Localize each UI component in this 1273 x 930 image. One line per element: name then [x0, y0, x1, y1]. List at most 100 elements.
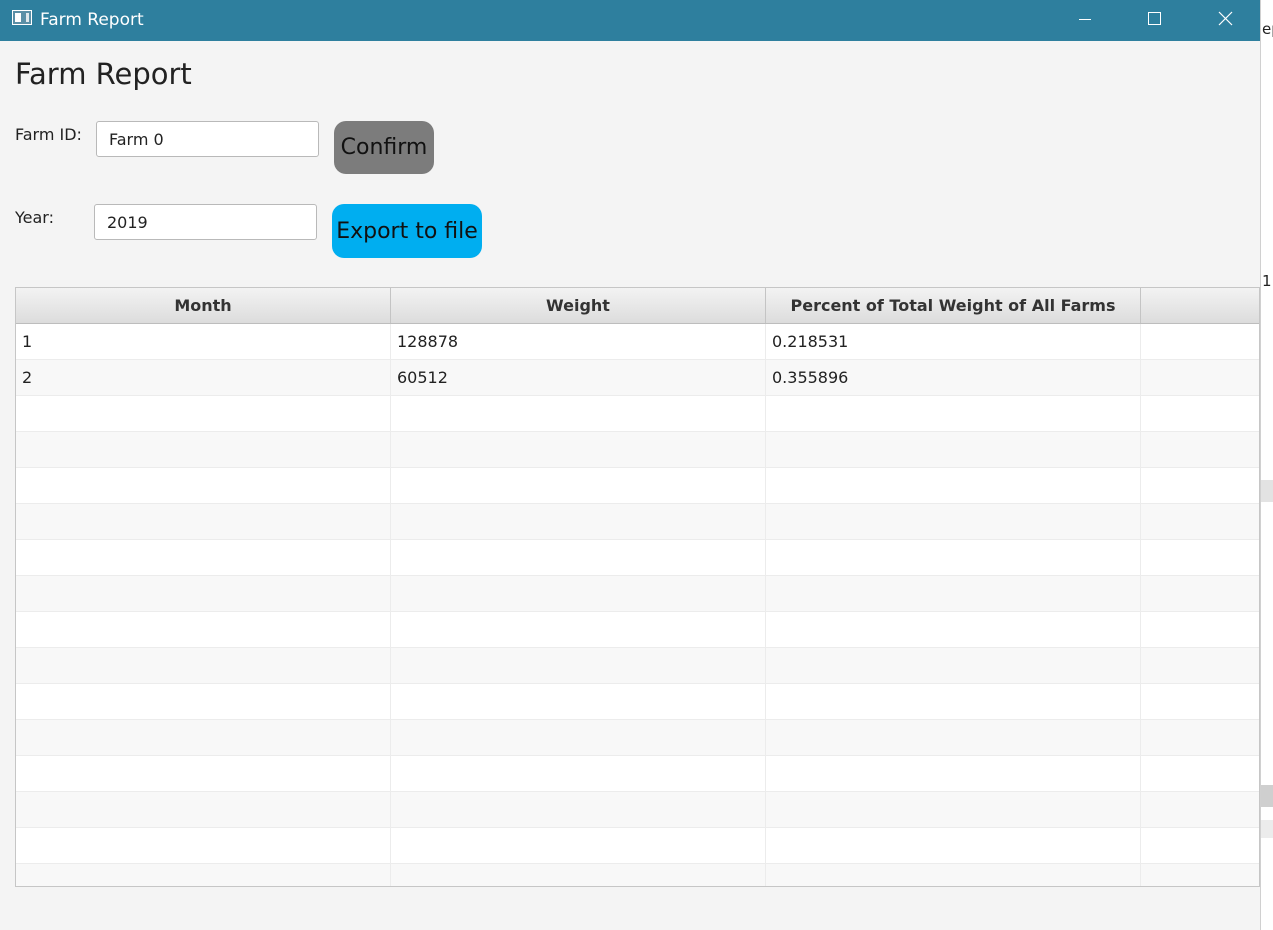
- table-header: Month Weight Percent of Total Weight of …: [16, 288, 1259, 324]
- table-row-empty[interactable]: [16, 540, 1259, 576]
- table-row-empty[interactable]: [16, 432, 1259, 468]
- empty-cell: [16, 468, 391, 503]
- cell-weight: 60512: [391, 360, 766, 395]
- empty-cell: [1141, 864, 1259, 886]
- empty-cell: [391, 792, 766, 827]
- background-block: [1261, 820, 1273, 838]
- confirm-button[interactable]: Confirm: [334, 121, 434, 174]
- empty-cell: [766, 828, 1141, 863]
- empty-cell: [1141, 468, 1259, 503]
- empty-cell: [1141, 504, 1259, 539]
- column-header-weight[interactable]: Weight: [391, 288, 766, 323]
- empty-cell: [16, 504, 391, 539]
- cell-filler: [1141, 360, 1259, 395]
- empty-cell: [1141, 540, 1259, 575]
- minimize-icon: [1079, 19, 1091, 20]
- empty-cell: [16, 648, 391, 683]
- empty-cell: [391, 576, 766, 611]
- empty-rows-container: [16, 396, 1259, 886]
- empty-cell: [16, 540, 391, 575]
- empty-cell: [1141, 432, 1259, 467]
- empty-cell: [16, 684, 391, 719]
- empty-cell: [391, 468, 766, 503]
- maximize-icon: [1148, 12, 1161, 25]
- column-header-percent[interactable]: Percent of Total Weight of All Farms: [766, 288, 1141, 323]
- empty-cell: [391, 504, 766, 539]
- empty-cell: [391, 396, 766, 431]
- empty-cell: [1141, 720, 1259, 755]
- empty-cell: [766, 540, 1141, 575]
- empty-cell: [391, 540, 766, 575]
- empty-cell: [1141, 576, 1259, 611]
- table-row-empty[interactable]: [16, 648, 1259, 684]
- table-row-empty[interactable]: [16, 720, 1259, 756]
- empty-cell: [16, 828, 391, 863]
- empty-cell: [16, 792, 391, 827]
- empty-cell: [766, 612, 1141, 647]
- empty-cell: [766, 432, 1141, 467]
- table-row[interactable]: 1 128878 0.218531: [16, 324, 1259, 360]
- empty-cell: [1141, 684, 1259, 719]
- column-header-month[interactable]: Month: [16, 288, 391, 323]
- export-to-file-button[interactable]: Export to file: [332, 204, 482, 258]
- table-row[interactable]: 2 60512 0.355896: [16, 360, 1259, 396]
- table-row-empty[interactable]: [16, 504, 1259, 540]
- title-bar[interactable]: Farm Report: [0, 0, 1260, 41]
- table-row-empty[interactable]: [16, 792, 1259, 828]
- table-row-empty[interactable]: [16, 684, 1259, 720]
- year-label: Year:: [15, 208, 54, 227]
- empty-cell: [1141, 756, 1259, 791]
- minimize-button[interactable]: [1050, 0, 1120, 41]
- empty-cell: [766, 396, 1141, 431]
- empty-cell: [766, 576, 1141, 611]
- empty-cell: [766, 504, 1141, 539]
- farm-id-label: Farm ID:: [15, 125, 82, 144]
- empty-cell: [766, 792, 1141, 827]
- close-button[interactable]: [1190, 0, 1260, 41]
- year-input[interactable]: [94, 204, 317, 240]
- column-header-filler: [1141, 288, 1259, 323]
- table-row-empty[interactable]: [16, 468, 1259, 504]
- cell-weight: 128878: [391, 324, 766, 359]
- table-row-empty[interactable]: [16, 864, 1259, 886]
- empty-cell: [16, 720, 391, 755]
- empty-cell: [1141, 396, 1259, 431]
- cell-month: 2: [16, 360, 391, 395]
- report-table[interactable]: Month Weight Percent of Total Weight of …: [15, 287, 1260, 887]
- empty-cell: [391, 432, 766, 467]
- background-block: [1261, 480, 1273, 502]
- table-row-empty[interactable]: [16, 396, 1259, 432]
- empty-cell: [16, 396, 391, 431]
- app-window-icon: [12, 10, 32, 25]
- background-text: 1: [1262, 272, 1272, 290]
- cell-percent: 0.355896: [766, 360, 1141, 395]
- background-window-edge: ep 1: [1260, 0, 1273, 930]
- empty-cell: [766, 648, 1141, 683]
- empty-cell: [16, 864, 391, 886]
- maximize-button[interactable]: [1120, 0, 1190, 41]
- farm-report-window: Farm Report Farm Report Farm ID: Confirm…: [0, 0, 1260, 930]
- empty-cell: [1141, 792, 1259, 827]
- empty-cell: [16, 756, 391, 791]
- empty-cell: [1141, 648, 1259, 683]
- background-block: [1261, 785, 1273, 807]
- empty-cell: [1141, 612, 1259, 647]
- page-title: Farm Report: [15, 57, 192, 91]
- empty-cell: [766, 468, 1141, 503]
- window-title: Farm Report: [40, 10, 144, 30]
- empty-cell: [16, 576, 391, 611]
- empty-cell: [766, 756, 1141, 791]
- farm-id-input[interactable]: [96, 121, 319, 157]
- empty-cell: [391, 612, 766, 647]
- table-row-empty[interactable]: [16, 828, 1259, 864]
- empty-cell: [391, 648, 766, 683]
- close-icon: [1218, 11, 1233, 26]
- table-row-empty[interactable]: [16, 576, 1259, 612]
- empty-cell: [391, 828, 766, 863]
- table-row-empty[interactable]: [16, 756, 1259, 792]
- table-row-empty[interactable]: [16, 612, 1259, 648]
- cell-filler: [1141, 324, 1259, 359]
- empty-cell: [16, 612, 391, 647]
- empty-cell: [391, 720, 766, 755]
- empty-cell: [391, 864, 766, 886]
